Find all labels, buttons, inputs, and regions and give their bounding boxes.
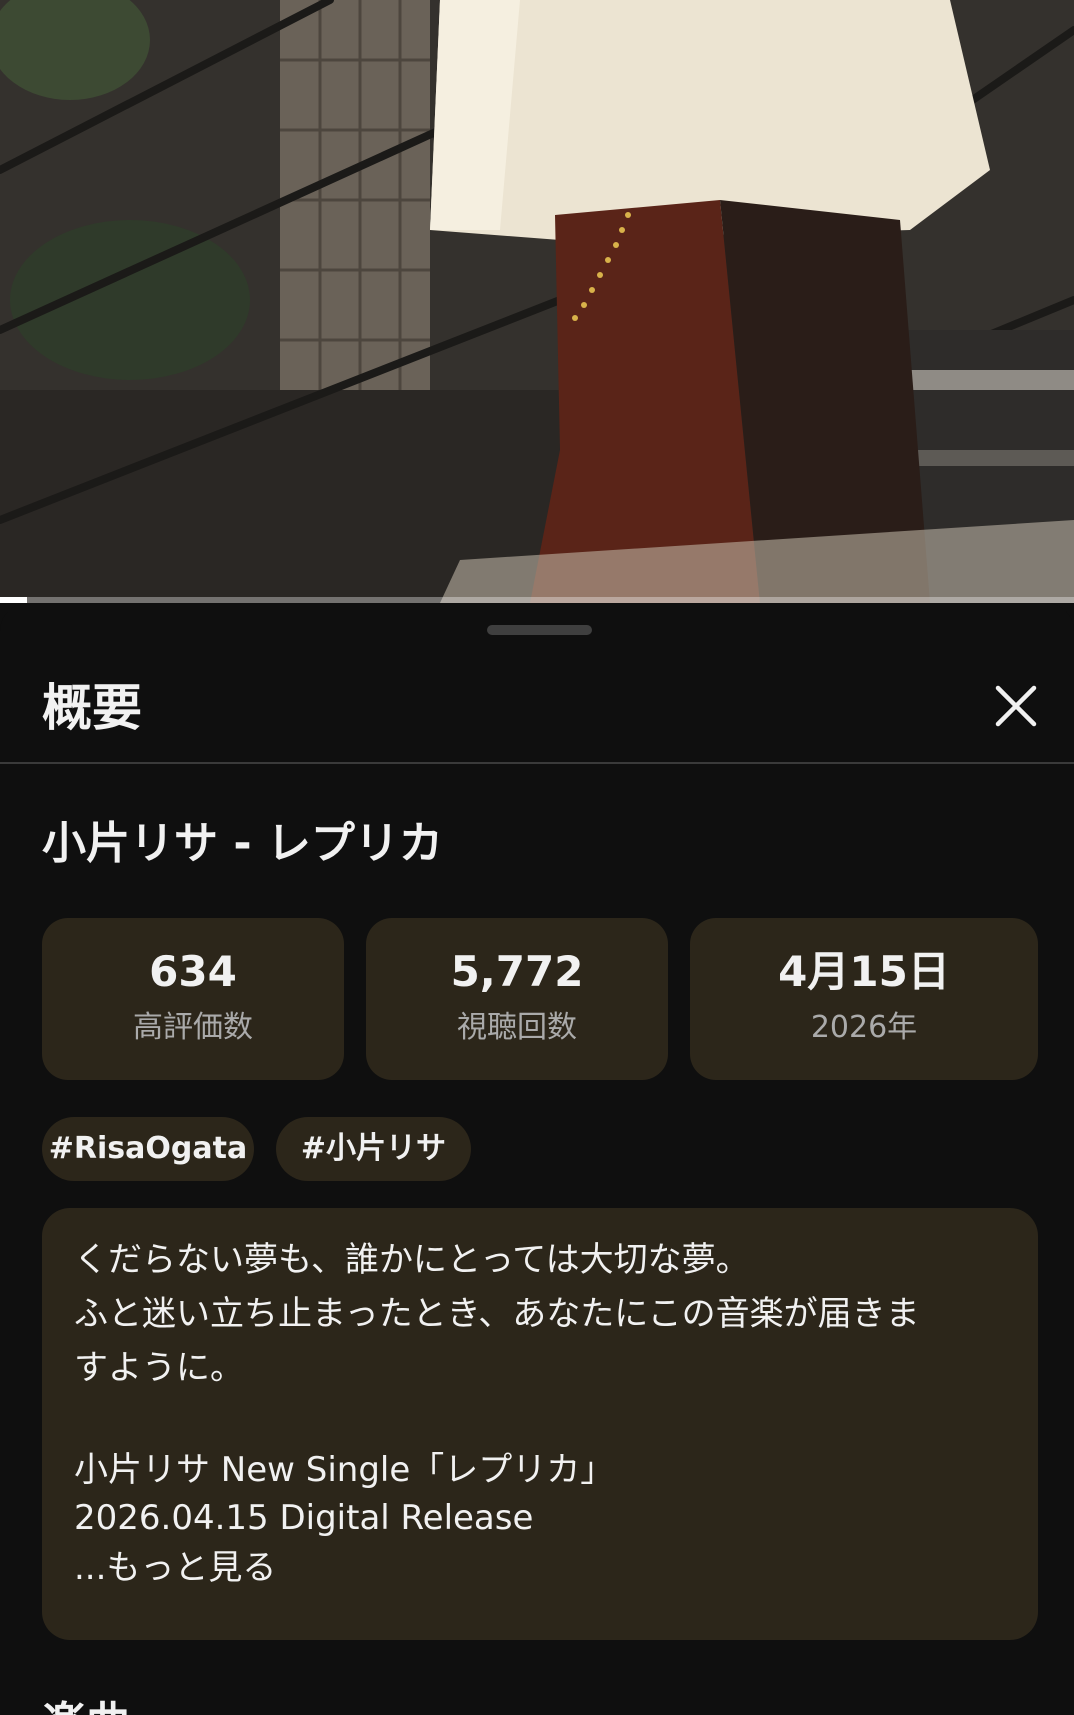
stats-row: 634 高評価数 5,772 視聴回数 4月15日 2026年 — [42, 918, 1038, 1080]
description-box[interactable]: くだらない夢も、誰かにとっては大切な夢。 ふと迷い立ち止まったとき、あなたにこの… — [42, 1208, 1038, 1640]
close-icon — [995, 685, 1037, 727]
likes-count: 634 — [149, 947, 237, 996]
show-more-link[interactable]: ...もっと見る — [74, 1542, 276, 1594]
sheet-header: 概要 — [0, 663, 1074, 763]
stat-likes: 634 高評価数 — [42, 918, 344, 1080]
description-line: くだらない夢も、誰かにとっては大切な夢。 — [74, 1240, 750, 1280]
upload-date: 4月15日 — [778, 947, 950, 996]
stat-date: 4月15日 2026年 — [690, 918, 1038, 1080]
likes-label: 高評価数 — [133, 1010, 253, 1045]
description-line: すように。 — [74, 1348, 244, 1388]
upload-year: 2026年 — [810, 1010, 918, 1045]
hashtag-chip[interactable]: #RisaOgata — [42, 1117, 254, 1181]
screen: 概要 小片リサ - レプリカ 634 高評価数 5,772 視聴回数 4月15日… — [0, 0, 1074, 1715]
description-sheet: 概要 小片リサ - レプリカ 634 高評価数 5,772 視聴回数 4月15日… — [0, 603, 1074, 1715]
views-label: 視聴回数 — [457, 1010, 577, 1045]
views-count: 5,772 — [450, 947, 584, 996]
description-line: 小片リサ New Single「レプリカ」 — [74, 1450, 615, 1490]
description-line: 2026.04.15 Digital Release — [74, 1498, 534, 1538]
drag-handle[interactable] — [487, 625, 592, 635]
video-title: 小片リサ - レプリカ — [42, 818, 443, 869]
video-player[interactable] — [0, 0, 1074, 603]
video-frame — [0, 0, 1074, 603]
sheet-title: 概要 — [42, 679, 142, 737]
video-progress-fill — [0, 597, 27, 603]
close-button[interactable] — [985, 675, 1047, 737]
stat-views: 5,772 視聴回数 — [366, 918, 668, 1080]
description-line: ふと迷い立ち止まったとき、あなたにこの音楽が届きま — [74, 1294, 920, 1334]
header-divider — [0, 762, 1074, 764]
hashtag-chip[interactable]: #小片リサ — [276, 1117, 471, 1181]
section-title-music: 楽曲 — [42, 1693, 130, 1715]
